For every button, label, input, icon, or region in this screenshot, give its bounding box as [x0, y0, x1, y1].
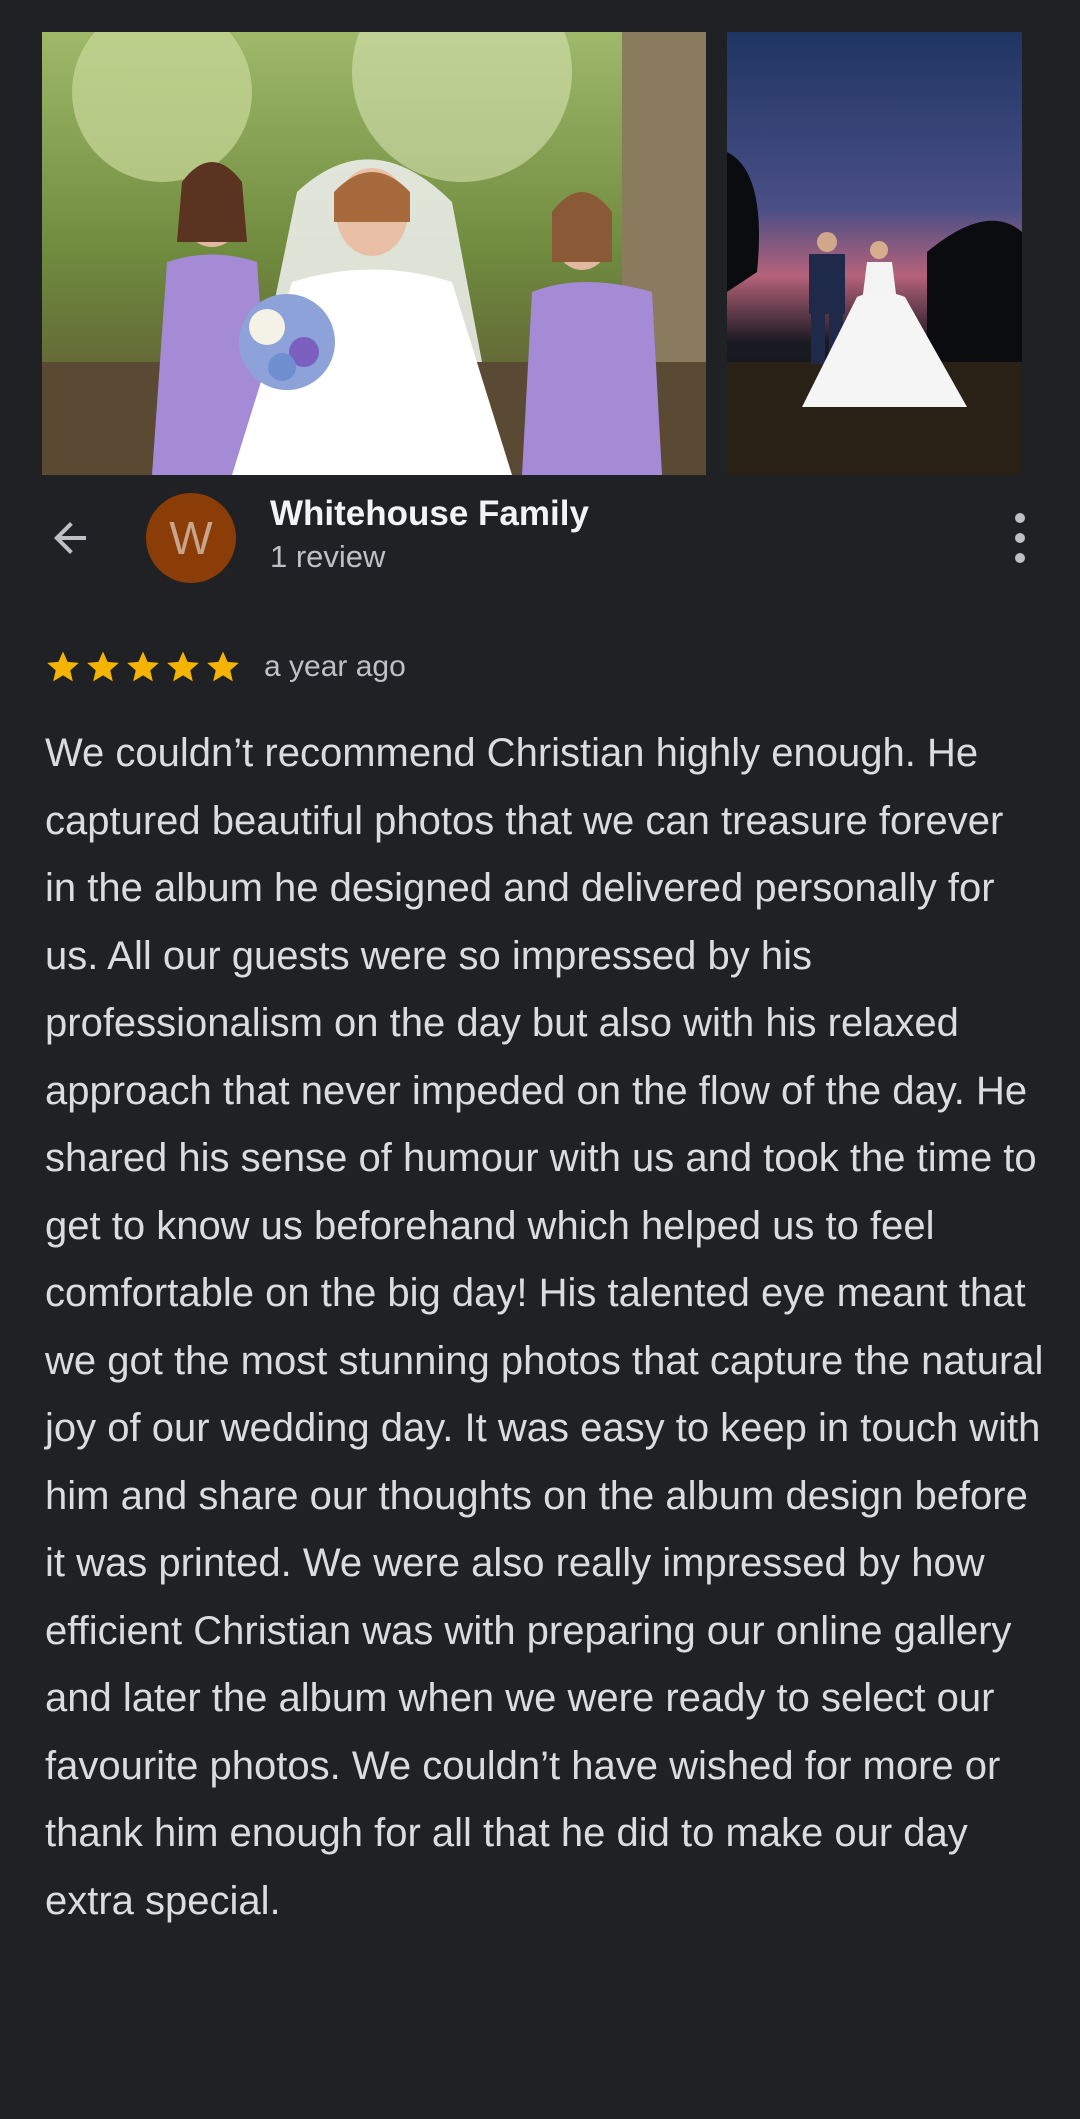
photo-bride-bridesmaids	[42, 32, 706, 475]
avatar-letter: W	[169, 512, 213, 564]
avatar[interactable]: W	[146, 493, 236, 583]
review-photo[interactable]	[727, 32, 1022, 475]
reviewer-name[interactable]: Whitehouse Family	[270, 494, 589, 534]
star-icon	[87, 651, 119, 682]
review-text: We couldn’t recommend Christian highly e…	[45, 731, 1044, 1923]
back-button[interactable]	[40, 508, 100, 568]
photo-strip	[42, 32, 1080, 475]
star-icon	[167, 651, 199, 682]
more-options-button[interactable]	[1008, 513, 1032, 563]
star-rating	[44, 648, 242, 686]
review-header: W Whitehouse Family 1 review	[0, 490, 1080, 585]
more-vert-icon	[1015, 513, 1025, 523]
rating-row: a year ago	[44, 645, 406, 689]
star-icon	[207, 651, 239, 682]
photo-couple-night	[727, 32, 1022, 475]
review-photo[interactable]	[42, 32, 706, 475]
arrow-back-icon	[54, 522, 86, 554]
review-time: a year ago	[264, 650, 406, 683]
star-icon	[127, 651, 159, 682]
review-count: 1 review	[270, 539, 386, 574]
star-icon	[47, 651, 79, 682]
